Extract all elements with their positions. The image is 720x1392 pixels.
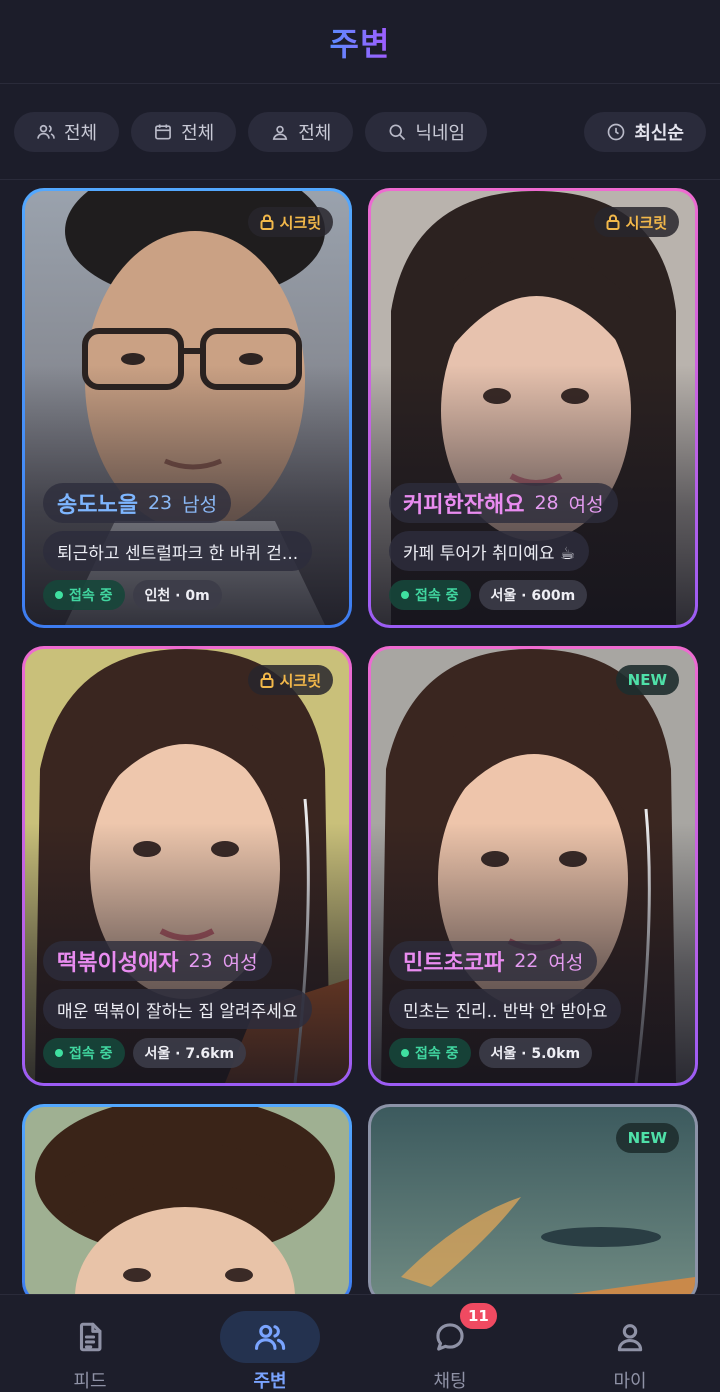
unread-count-badge: 11: [458, 1301, 499, 1331]
profile-name: 떡볶이성애자: [57, 951, 179, 976]
name-row: 떡볶이성애자 23 여성: [43, 941, 272, 981]
profile-bio: 카페 투어가 취미예요 ☕: [389, 531, 590, 571]
sort-button[interactable]: 최신순: [584, 111, 706, 152]
profile-card[interactable]: 시크릿 송도노을 23 남성 퇴근하고 센트럴파크 한 바퀴 걷... 접속 중…: [22, 188, 352, 628]
new-badge: NEW: [615, 1123, 679, 1153]
profile-photo: [25, 1107, 349, 1301]
nav-nearby[interactable]: 주변: [180, 1295, 360, 1392]
profile-bio: 퇴근하고 센트럴파크 한 바퀴 걷...: [43, 531, 313, 571]
profile-bio: 매운 떡볶이 잘하는 집 알려주세요: [43, 989, 312, 1029]
secret-badge: 시크릿: [247, 207, 333, 237]
nav-my-label: 마이: [613, 1371, 647, 1392]
profile-age: 22: [514, 950, 539, 972]
online-status: 접속 중: [389, 580, 471, 610]
profile-bio: 민초는 진리.. 반박 안 받아요: [389, 989, 622, 1029]
location-user-icon: [273, 125, 288, 140]
online-dot-icon: [55, 1049, 63, 1057]
profile-name: 커피한잔해요: [403, 493, 525, 518]
user-icon: [617, 1324, 643, 1352]
profile-age: 23: [188, 950, 213, 972]
online-status: 접속 중: [389, 1038, 471, 1068]
nav-feed-label: 피드: [73, 1371, 107, 1392]
profile-card[interactable]: 시크릿 떡볶이성애자 23 여성 매운 떡볶이 잘하는 집 알려주세요 접속 중…: [22, 646, 352, 1086]
bottom-nav: 피드 주변 11 채팅 마이: [0, 1294, 720, 1392]
page-title: 주변: [330, 19, 391, 65]
online-status: 접속 중: [43, 1038, 125, 1068]
profile-card[interactable]: NEW: [368, 1104, 698, 1304]
search-icon: [389, 124, 406, 140]
profile-card[interactable]: NEW 민트초코파 22 여성 민초는 진리.. 반박 안 받아요 접속 중 서…: [368, 646, 698, 1086]
new-badge: NEW: [615, 665, 679, 695]
people-icon: [37, 124, 55, 139]
lock-icon: [260, 672, 274, 688]
name-row: 커피한잔해요 28 여성: [389, 483, 618, 523]
profile-gender: 여성: [548, 951, 584, 974]
header: 주변: [0, 0, 720, 84]
online-dot-icon: [401, 591, 409, 599]
online-status: 접속 중: [43, 580, 125, 610]
secret-badge: 시크릿: [247, 665, 333, 695]
profile-card[interactable]: 시크릿 커피한잔해요 28 여성 카페 투어가 취미예요 ☕ 접속 중 서울 ·…: [368, 188, 698, 628]
nav-feed[interactable]: 피드: [0, 1295, 180, 1392]
age-filter[interactable]: 전체: [131, 111, 237, 152]
profile-name: 민트초코파: [403, 951, 505, 976]
lock-icon: [260, 214, 274, 230]
region-filter[interactable]: 전체: [248, 111, 354, 152]
nav-chat[interactable]: 11 채팅: [360, 1295, 540, 1392]
clock-icon: [607, 123, 625, 140]
lock-icon: [606, 214, 620, 230]
nav-my[interactable]: 마이: [540, 1295, 720, 1392]
nickname-search-label: 닉네임: [415, 122, 466, 144]
region-filter-label: 전체: [298, 122, 332, 144]
location-distance: 서울 · 5.0km: [478, 1038, 593, 1068]
profile-gender: 남성: [182, 493, 218, 516]
document-icon: [79, 1322, 102, 1352]
people-icon: [254, 1324, 286, 1350]
nickname-search[interactable]: 닉네임: [365, 111, 488, 152]
location-distance: 서울 · 7.6km: [132, 1038, 247, 1068]
online-dot-icon: [401, 1049, 409, 1057]
gender-filter[interactable]: 전체: [14, 111, 120, 152]
calendar-icon: [155, 124, 172, 139]
profile-name: 송도노을: [57, 493, 138, 518]
name-row: 송도노을 23 남성: [43, 483, 232, 523]
online-dot-icon: [55, 591, 63, 599]
secret-badge: 시크릿: [593, 207, 679, 237]
profile-card[interactable]: [22, 1104, 352, 1304]
profile-grid: 시크릿 송도노을 23 남성 퇴근하고 센트럴파크 한 바퀴 걷... 접속 중…: [22, 188, 698, 1304]
location-distance: 서울 · 600m: [478, 580, 588, 610]
profile-age: 28: [534, 492, 559, 514]
nav-nearby-label: 주변: [253, 1371, 287, 1392]
name-row: 민트초코파 22 여성: [389, 941, 598, 981]
profile-gender: 여성: [222, 951, 258, 974]
sort-label: 최신순: [634, 122, 684, 144]
location-distance: 인천 · 0m: [132, 580, 222, 610]
gender-filter-label: 전체: [64, 122, 98, 144]
age-filter-label: 전체: [181, 122, 215, 144]
nav-chat-label: 채팅: [433, 1371, 467, 1392]
profile-age: 23: [147, 492, 173, 514]
filter-bar: 전체 전체 전체 닉네임 최신순: [0, 84, 720, 180]
profile-gender: 여성: [568, 493, 604, 516]
